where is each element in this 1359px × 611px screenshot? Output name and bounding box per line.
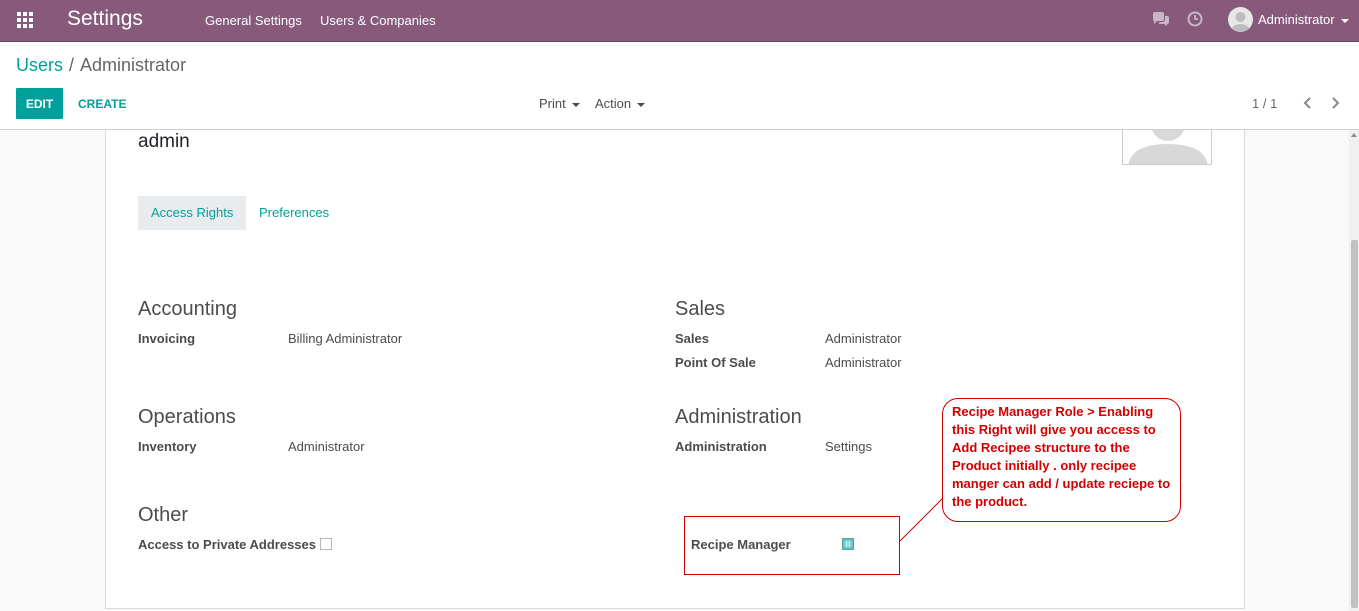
field-value-sales: Administrator — [825, 331, 902, 346]
print-label: Print — [539, 96, 566, 111]
user-name-label: Administrator — [1258, 12, 1335, 27]
breadcrumb-separator: / — [69, 55, 75, 75]
private-addresses-checkbox[interactable] — [320, 538, 332, 550]
breadcrumb-current: Administrator — [80, 55, 187, 75]
chevron-down-icon — [1340, 18, 1349, 23]
form-sheet: admin Access Rights Preferences Accounti… — [105, 100, 1245, 609]
tab-preferences[interactable]: Preferences — [246, 196, 342, 230]
clock-icon[interactable] — [1187, 11, 1203, 27]
field-value-point-of-sale: Administrator — [825, 355, 902, 370]
field-label-recipe-manager: Recipe Manager — [691, 537, 791, 552]
chevron-down-icon — [637, 102, 646, 107]
field-value-inventory: Administrator — [288, 439, 365, 454]
field-value-administration: Settings — [825, 439, 872, 454]
top-navbar: Settings General Settings Users & Compan… — [0, 0, 1359, 42]
apps-grid-icon[interactable] — [17, 12, 34, 29]
edit-button[interactable]: EDIT — [16, 88, 63, 119]
print-dropdown[interactable]: Print — [539, 96, 580, 111]
group-title-sales: Sales — [675, 298, 726, 320]
field-label-point-of-sale: Point Of Sale — [675, 355, 756, 370]
tab-access-rights[interactable]: Access Rights — [138, 196, 247, 230]
field-label-invoicing: Invoicing — [138, 331, 196, 346]
group-title-operations: Operations — [138, 406, 236, 428]
field-label-administration: Administration — [675, 439, 767, 454]
pager-value[interactable]: 1 / 1 — [1252, 96, 1277, 111]
login-name: admin — [138, 131, 190, 152]
user-avatar-icon[interactable] — [1228, 7, 1253, 32]
breadcrumb: Users / Administrator — [16, 55, 186, 76]
field-label-inventory: Inventory — [138, 439, 197, 454]
chevron-left-icon[interactable] — [1300, 94, 1316, 112]
scroll-up-arrow-icon[interactable] — [1351, 133, 1357, 137]
breadcrumb-users-link[interactable]: Users — [16, 55, 63, 75]
scrollbar-thumb[interactable] — [1351, 240, 1358, 608]
field-label-private-addresses: Access to Private Addresses — [138, 537, 317, 552]
control-panel: Users / Administrator EDIT CREATE Print Ac… — [0, 42, 1359, 130]
chevron-right-icon[interactable] — [1327, 94, 1343, 112]
field-label-sales: Sales — [675, 331, 709, 346]
recipe-manager-checkbox[interactable] — [842, 538, 854, 550]
field-value-invoicing: Billing Administrator — [288, 331, 403, 346]
app-title: Settings — [67, 7, 143, 30]
menu-users-companies[interactable]: Users & Companies — [320, 13, 436, 28]
group-title-other: Other — [138, 504, 189, 526]
chevron-down-icon — [571, 102, 580, 107]
group-title-accounting: Accounting — [138, 298, 237, 320]
action-label: Action — [595, 96, 632, 111]
annotation-callout: Recipe Manager Role > Enabling this Righ… — [942, 398, 1181, 522]
group-title-administration: Administration — [675, 406, 802, 428]
menu-general-settings[interactable]: General Settings — [205, 13, 302, 28]
create-button[interactable]: CREATE — [72, 88, 132, 119]
chat-icon[interactable] — [1152, 12, 1170, 27]
action-dropdown[interactable]: Action — [595, 96, 646, 111]
user-menu[interactable]: Administrator — [1258, 12, 1349, 27]
